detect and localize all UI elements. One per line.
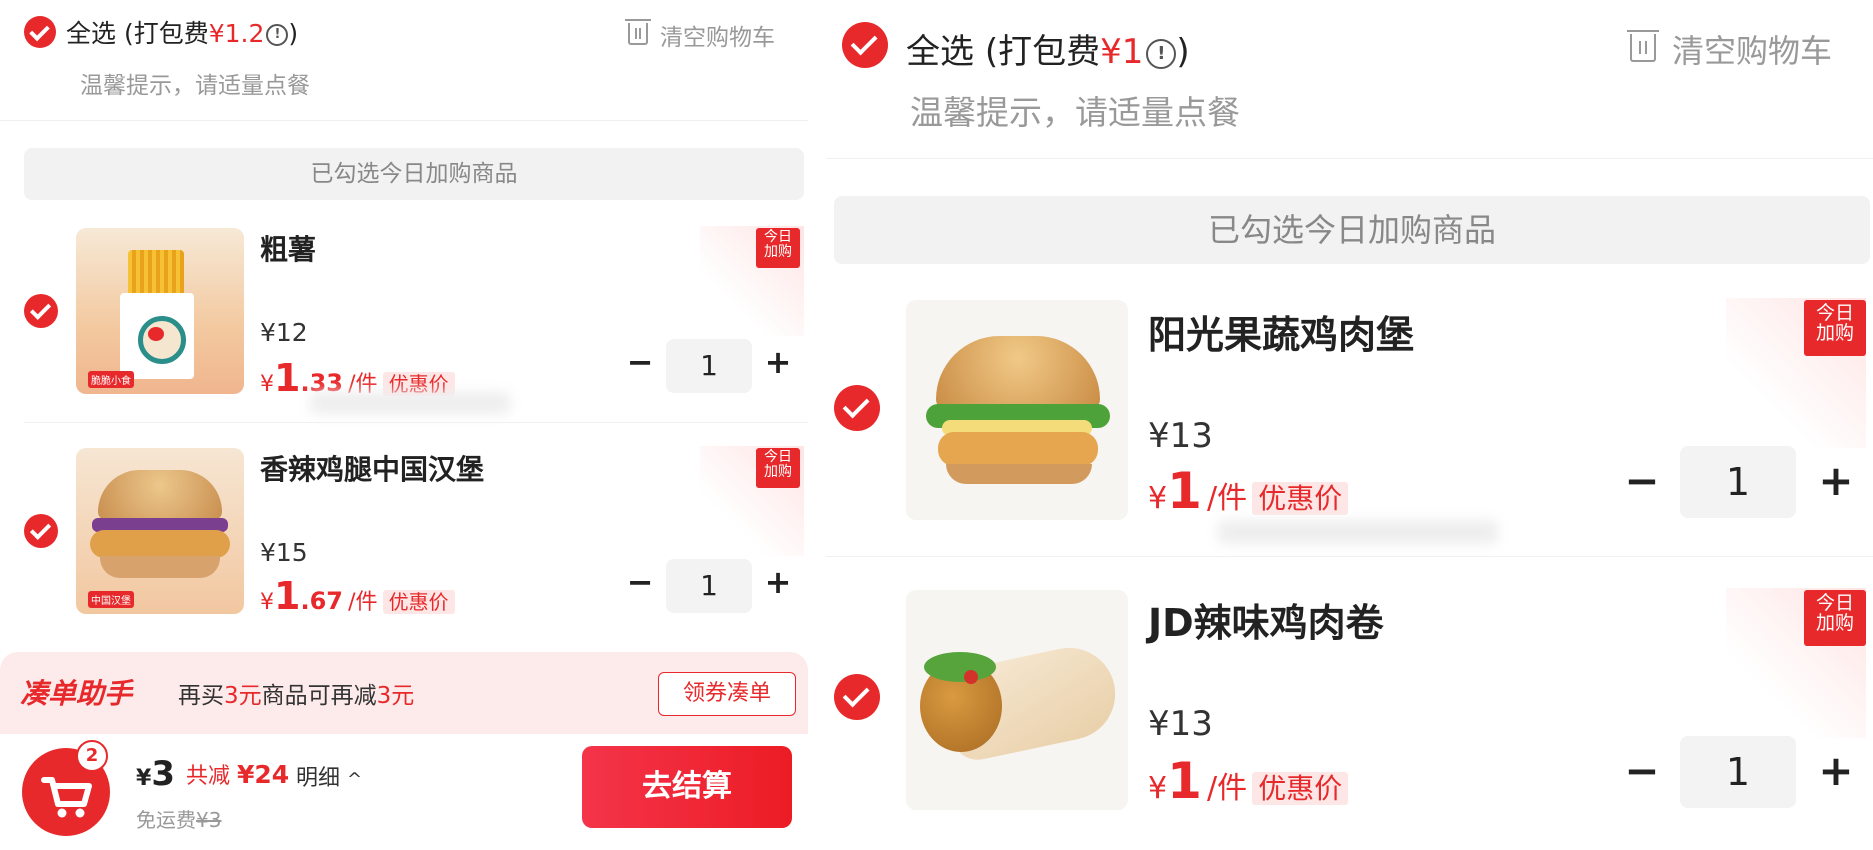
today-addon-tag: 今日 加购 — [756, 228, 800, 268]
item-checkbox[interactable] — [24, 294, 58, 328]
item-checkbox[interactable] — [834, 385, 880, 431]
original-price: ¥13 — [1148, 704, 1213, 744]
trash-icon[interactable] — [1627, 30, 1659, 62]
today-addon-tag: 今日 加购 — [756, 448, 800, 488]
packing-fee-value: ¥1.2 — [208, 19, 265, 48]
promo-price: ¥1 /件 优惠价 — [1148, 752, 1349, 810]
select-all-checkbox[interactable] — [842, 22, 888, 68]
quantity-input[interactable]: 1 — [1680, 736, 1796, 808]
packing-fee-value: ¥1 — [1100, 32, 1144, 72]
product-image-chicken-burger[interactable] — [906, 300, 1128, 520]
packing-fee-prefix: (打包费 — [123, 19, 209, 48]
order-tip: 温馨提示，请适量点餐 — [910, 93, 1240, 132]
original-price: ¥15 — [260, 538, 308, 567]
select-all-label[interactable]: 全选 (打包费¥1.2!) — [66, 14, 298, 50]
product-name[interactable]: JD辣味鸡肉卷 — [1148, 592, 1384, 647]
decrease-qty-button[interactable]: − — [1622, 746, 1662, 795]
item-checkbox[interactable] — [834, 674, 880, 720]
product-image-label: 脆脆小食 — [88, 371, 134, 388]
decrease-qty-button[interactable]: − — [1622, 456, 1662, 505]
section-banner: 已勾选今日加购商品 — [24, 148, 804, 200]
clear-cart-button[interactable]: 清空购物车 — [1672, 26, 1832, 72]
info-icon[interactable]: ! — [1146, 38, 1177, 69]
packing-fee-prefix: (打包费 — [984, 32, 1101, 72]
decrease-qty-button[interactable]: − — [622, 563, 658, 601]
promo-label: 优惠价 — [382, 590, 455, 614]
product-image-burger[interactable]: 中国汉堡 — [76, 448, 244, 614]
promo-label: 优惠价 — [1252, 772, 1349, 805]
increase-qty-button[interactable]: + — [1816, 746, 1856, 795]
promo-label: 优惠价 — [1252, 482, 1349, 515]
per-unit: /件 — [348, 590, 378, 615]
select-all-label[interactable]: 全选 (打包费¥1!) — [906, 24, 1190, 73]
blurred-area — [310, 392, 510, 414]
quantity-input[interactable]: 1 — [666, 339, 752, 393]
increase-qty-button[interactable]: + — [760, 343, 796, 381]
promo-price-int: 1 — [274, 356, 301, 400]
promo-price-int: 1 — [1167, 752, 1202, 810]
currency-symbol: ¥ — [1148, 771, 1168, 806]
product-image-label: 中国汉堡 — [88, 591, 134, 608]
product-name[interactable]: 粗薯 — [260, 228, 316, 268]
total-price: ¥3 — [136, 754, 175, 794]
original-price: ¥13 — [1148, 416, 1213, 456]
per-unit: /件 — [1206, 481, 1248, 516]
per-unit: /件 — [1206, 771, 1248, 806]
quantity-input[interactable]: 1 — [666, 559, 752, 613]
select-all-checkbox[interactable] — [24, 16, 56, 48]
promo-price: ¥1.67 /件 优惠价 — [260, 574, 455, 618]
shipping-info: 免运费¥3 — [136, 808, 222, 832]
divider — [826, 158, 1873, 159]
saved-amount: 共减 ¥24 — [186, 760, 290, 789]
promo-price-decimal: .67 — [300, 587, 343, 615]
item-checkbox[interactable] — [24, 514, 58, 548]
blurred-area — [1218, 520, 1498, 544]
checkout-button[interactable]: 去结算 — [582, 746, 792, 828]
promo-price-int: 1 — [1167, 462, 1202, 520]
today-addon-tag: 今日 加购 — [1804, 300, 1866, 356]
divider — [826, 556, 1873, 557]
right-cart-panel: 全选 (打包费¥1!) 清空购物车 温馨提示，请适量点餐 已勾选今日加购商品 阳… — [826, 0, 1873, 850]
order-helper-bar: 凑单助手 再买3元商品可再减3元 领券凑单 — [0, 652, 808, 734]
total-amount: 3 — [151, 754, 175, 794]
left-cart-panel: 全选 (打包费¥1.2!) 清空购物车 温馨提示，请适量点餐 已勾选今日加购商品… — [0, 0, 808, 850]
order-tip: 温馨提示，请适量点餐 — [80, 73, 310, 99]
original-price: ¥12 — [260, 318, 308, 347]
decrease-qty-button[interactable]: − — [622, 343, 658, 381]
increase-qty-button[interactable]: + — [1816, 456, 1856, 505]
currency-symbol: ¥ — [260, 590, 274, 615]
helper-text: 再买3元商品可再减3元 — [178, 683, 415, 709]
divider — [24, 422, 808, 423]
increase-qty-button[interactable]: + — [760, 563, 796, 601]
helper-title: 凑单助手 — [20, 677, 133, 710]
divider — [0, 120, 808, 121]
promo-price: ¥1 /件 优惠价 — [1148, 462, 1349, 520]
promo-price-int: 1 — [274, 574, 301, 618]
currency-symbol: ¥ — [260, 372, 274, 397]
info-icon[interactable]: ! — [266, 24, 289, 46]
trash-icon[interactable] — [625, 19, 651, 45]
cart-count-badge: 2 — [76, 740, 108, 772]
product-image-fries[interactable]: 脆脆小食 — [76, 228, 244, 394]
detail-toggle[interactable]: 明细 ^ — [296, 760, 362, 792]
quantity-input[interactable]: 1 — [1680, 446, 1796, 518]
section-banner: 已勾选今日加购商品 — [834, 196, 1870, 264]
today-addon-tag: 今日 加购 — [1804, 590, 1866, 646]
product-name[interactable]: 阳光果蔬鸡肉堡 — [1148, 304, 1414, 359]
product-name[interactable]: 香辣鸡腿中国汉堡 — [260, 448, 484, 488]
get-coupon-button[interactable]: 领券凑单 — [658, 672, 796, 716]
currency-symbol: ¥ — [1148, 481, 1168, 516]
product-image-chicken-wrap[interactable] — [906, 590, 1128, 810]
chevron-up-icon: ^ — [347, 769, 363, 790]
clear-cart-button[interactable]: 清空购物车 — [660, 18, 775, 52]
